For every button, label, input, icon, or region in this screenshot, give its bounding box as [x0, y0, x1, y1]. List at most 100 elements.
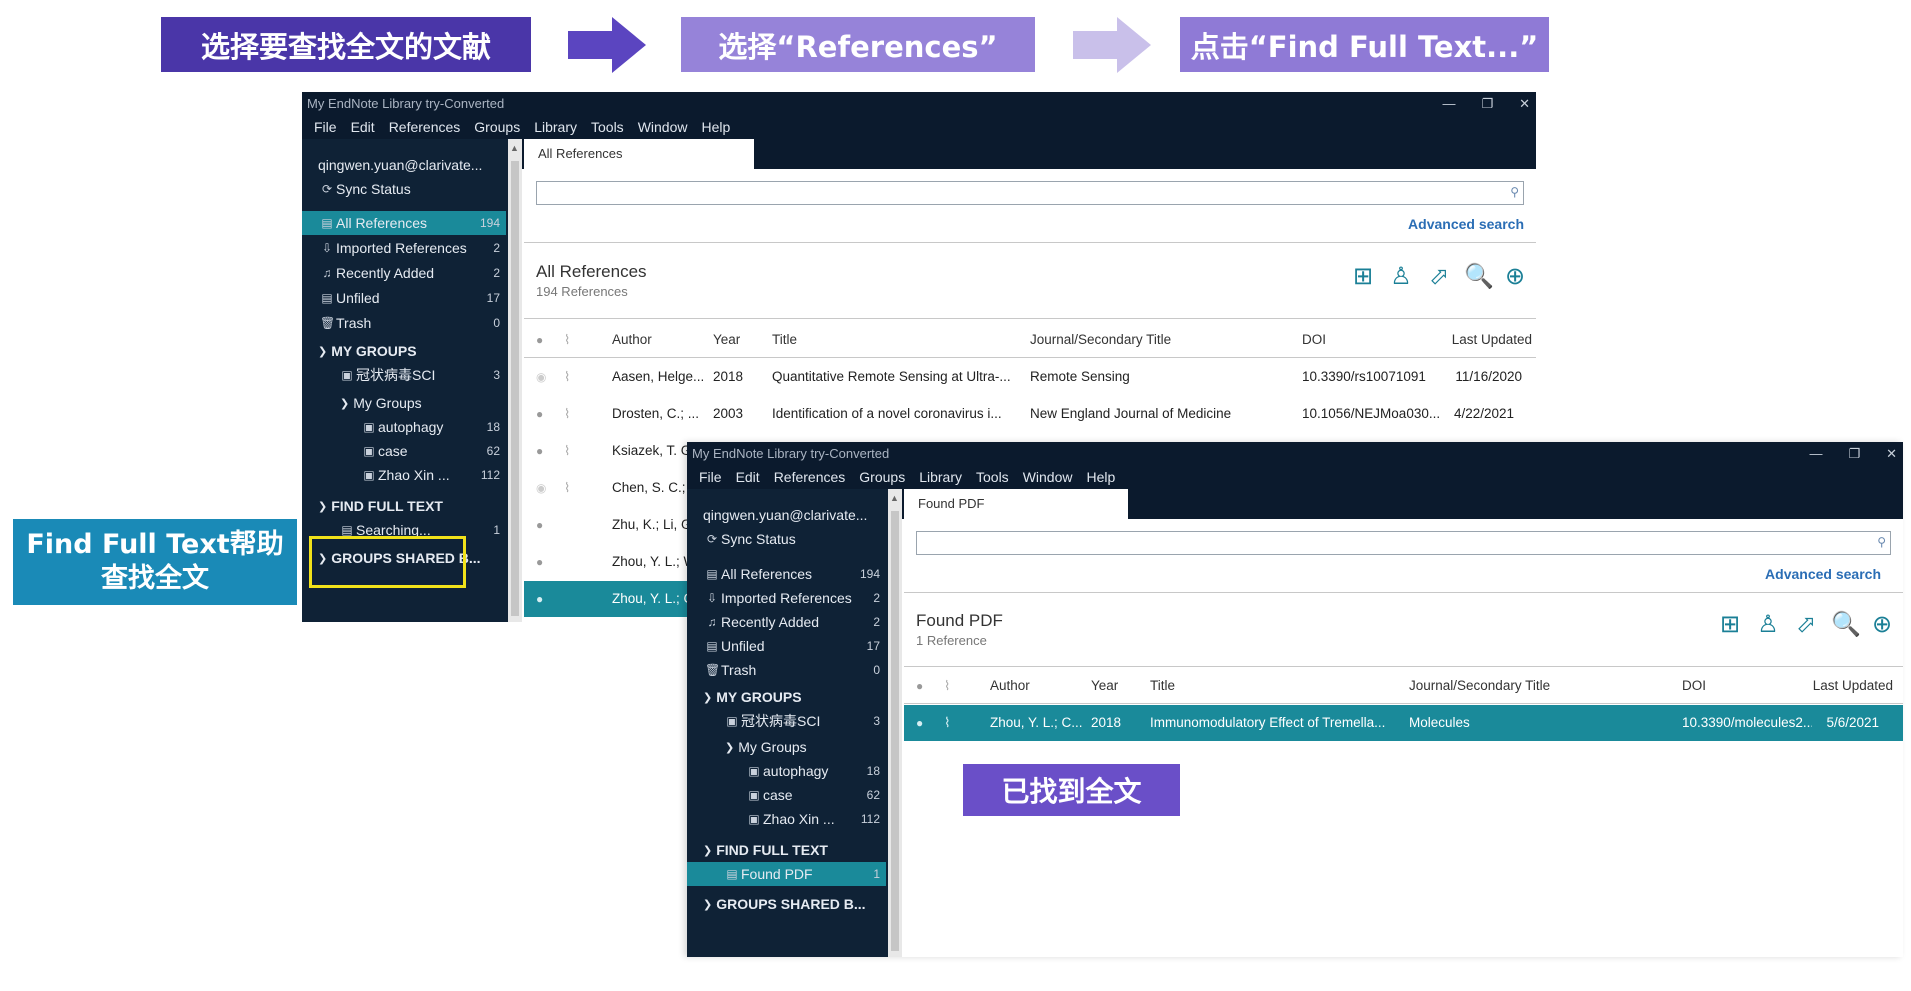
- menu-groups[interactable]: Groups: [859, 465, 905, 489]
- export-icon[interactable]: ⬀: [1426, 262, 1452, 291]
- sidebar-item-count: 2: [493, 266, 500, 280]
- find-full-text-icon[interactable]: 🔍: [1831, 610, 1861, 639]
- column-year[interactable]: Year: [1091, 668, 1118, 704]
- menu-library[interactable]: Library: [534, 115, 577, 139]
- table-row[interactable]: ● ⌇ Drosten, C.; ... 2003 Identification…: [524, 396, 1536, 432]
- tab-found-pdf[interactable]: Found PDF: [904, 489, 1128, 519]
- attachment-column-icon[interactable]: ⌇: [944, 668, 950, 704]
- online-search-icon[interactable]: ⊕: [1502, 262, 1528, 291]
- menu-tools[interactable]: Tools: [976, 465, 1009, 489]
- sidebar-item-count: 1: [873, 867, 880, 881]
- menu-references[interactable]: References: [774, 465, 846, 489]
- table-row[interactable]: ◉ ⌇ Aasen, Helge... 2018 Quantitative Re…: [524, 359, 1536, 395]
- my-groups-subheader[interactable]: ❯ My Groups: [340, 391, 500, 415]
- sidebar-item-found-pdf[interactable]: ▤ Found PDF 1: [687, 862, 886, 886]
- menu-window[interactable]: Window: [638, 115, 688, 139]
- my-groups-subheader[interactable]: ❯ My Groups: [725, 735, 880, 759]
- sidebar-item-unfiled[interactable]: ▤ Unfiled 17: [320, 286, 500, 310]
- menu-file[interactable]: File: [699, 465, 722, 489]
- sidebar-item-zhao-xin[interactable]: ▣ Zhao Xin ... 112: [362, 463, 500, 487]
- table-header: ● ⌇ Author Year Title Journal/Secondary …: [904, 668, 1903, 704]
- find-full-text-icon[interactable]: 🔍: [1464, 262, 1494, 291]
- advanced-search-link[interactable]: Advanced search: [1765, 566, 1881, 582]
- minimize-icon[interactable]: —: [1442, 92, 1455, 115]
- sidebar-item-imported[interactable]: ⇩ Imported References 2: [320, 236, 500, 260]
- sidebar-item-all-references[interactable]: ▤ All References 194: [705, 562, 880, 586]
- menu-library[interactable]: Library: [919, 465, 962, 489]
- sidebar-item-covid-group[interactable]: ▣ 冠状病毒SCI 3: [725, 709, 880, 733]
- minimize-icon[interactable]: —: [1809, 442, 1822, 465]
- sidebar-item-all-references[interactable]: ▤ All References 194: [302, 211, 506, 235]
- tab-all-references[interactable]: All References: [524, 139, 754, 169]
- cell-title: Immunomodulatory Effect of Tremella...: [1150, 715, 1386, 730]
- sidebar-item-label: Zhao Xin ...: [378, 467, 450, 483]
- sidebar-item-case[interactable]: ▣ case 62: [747, 783, 880, 807]
- sidebar-item-unfiled[interactable]: ▤ Unfiled 17: [705, 634, 880, 658]
- sidebar-item-trash[interactable]: 🗑 Trash 0: [705, 658, 880, 682]
- sidebar-item-zhao-xin[interactable]: ▣ Zhao Xin ... 112: [747, 807, 880, 831]
- restore-icon[interactable]: ❐: [1848, 442, 1860, 465]
- sidebar-scrollbar[interactable]: ▲: [888, 489, 902, 957]
- share-user-icon[interactable]: ♙: [1755, 610, 1781, 639]
- menu-references[interactable]: References: [389, 115, 461, 139]
- column-journal[interactable]: Journal/Secondary Title: [1030, 322, 1171, 358]
- search-input[interactable]: ⚲: [536, 181, 1524, 205]
- cell-doi: 10.3390/rs10071091: [1302, 369, 1426, 384]
- attachment-column-icon[interactable]: ⌇: [564, 322, 570, 358]
- find-full-text-header[interactable]: ❯ FIND FULL TEXT: [318, 494, 498, 518]
- my-groups-header[interactable]: ❯ MY GROUPS: [703, 685, 878, 709]
- menu-help[interactable]: Help: [701, 115, 730, 139]
- column-last-updated[interactable]: Last Updated: [1452, 322, 1532, 358]
- export-icon[interactable]: ⬀: [1793, 610, 1819, 639]
- sidebar-scrollbar[interactable]: ▲: [508, 139, 522, 622]
- sidebar-item-imported[interactable]: ⇩ Imported References 2: [705, 586, 880, 610]
- column-doi[interactable]: DOI: [1682, 668, 1706, 704]
- menu-file[interactable]: File: [314, 115, 337, 139]
- column-title[interactable]: Title: [772, 322, 797, 358]
- sidebar-item-autophagy[interactable]: ▣ autophagy 18: [362, 415, 500, 439]
- add-reference-icon[interactable]: ⊞: [1717, 610, 1743, 639]
- menubar: File Edit References Groups Library Tool…: [302, 115, 1536, 139]
- share-user-icon[interactable]: ♙: [1388, 262, 1414, 291]
- my-groups-header[interactable]: ❯ MY GROUPS: [318, 339, 498, 363]
- sidebar-item-trash[interactable]: 🗑 Trash 0: [320, 311, 500, 335]
- section-label: GROUPS SHARED B...: [716, 896, 866, 912]
- groups-shared-header[interactable]: ❯ GROUPS SHARED B...: [703, 892, 888, 916]
- close-icon[interactable]: ✕: [1519, 92, 1530, 115]
- column-author[interactable]: Author: [612, 322, 652, 358]
- close-icon[interactable]: ✕: [1886, 442, 1897, 465]
- account-label: qingwen.yuan@clarivate...: [703, 507, 868, 523]
- menu-edit[interactable]: Edit: [736, 465, 760, 489]
- menu-edit[interactable]: Edit: [351, 115, 375, 139]
- advanced-search-link[interactable]: Advanced search: [1408, 216, 1524, 232]
- column-author[interactable]: Author: [990, 668, 1030, 704]
- sidebar-item-autophagy[interactable]: ▣ autophagy 18: [747, 759, 880, 783]
- sync-status[interactable]: ⟳ Sync Status: [320, 177, 510, 201]
- sidebar-item-recently-added[interactable]: ♫ Recently Added 2: [320, 261, 501, 285]
- read-status-column-icon[interactable]: ●: [536, 322, 543, 358]
- menu-window[interactable]: Window: [1023, 465, 1073, 489]
- column-title[interactable]: Title: [1150, 668, 1175, 704]
- sidebar-item-label: Recently Added: [336, 265, 435, 281]
- sidebar-item-covid-group[interactable]: ▣ 冠状病毒SCI 3: [340, 363, 500, 387]
- read-status-column-icon[interactable]: ●: [916, 668, 923, 704]
- restore-icon[interactable]: ❐: [1481, 92, 1493, 115]
- scroll-up-icon[interactable]: ▲: [510, 143, 519, 153]
- find-full-text-header[interactable]: ❯ FIND FULL TEXT: [703, 838, 878, 862]
- sidebar-item-case[interactable]: ▣ case 62: [362, 439, 500, 463]
- column-journal[interactable]: Journal/Secondary Title: [1409, 668, 1550, 704]
- menu-help[interactable]: Help: [1086, 465, 1115, 489]
- column-doi[interactable]: DOI: [1302, 322, 1326, 358]
- online-search-icon[interactable]: ⊕: [1869, 610, 1895, 639]
- column-year[interactable]: Year: [713, 322, 740, 358]
- scroll-up-icon[interactable]: ▲: [890, 493, 899, 503]
- menu-groups[interactable]: Groups: [474, 115, 520, 139]
- add-reference-icon[interactable]: ⊞: [1350, 262, 1376, 291]
- sidebar-item-recently-added[interactable]: ♫ Recently Added 2: [705, 610, 881, 634]
- menu-tools[interactable]: Tools: [591, 115, 624, 139]
- search-input[interactable]: ⚲: [916, 531, 1891, 555]
- search-document-icon: ▤: [341, 523, 353, 537]
- sync-status[interactable]: ⟳ Sync Status: [705, 527, 890, 551]
- column-last-updated[interactable]: Last Updated: [1813, 668, 1893, 704]
- table-row-selected[interactable]: ● ⌇ Zhou, Y. L.; C... 2018 Immunomodulat…: [904, 705, 1903, 741]
